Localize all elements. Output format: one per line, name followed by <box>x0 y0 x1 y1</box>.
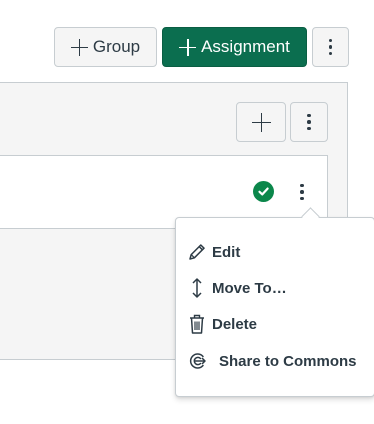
plus-icon <box>179 38 197 56</box>
menu-item-share-to-commons[interactable]: Share to Commons <box>186 347 357 375</box>
assignments-page: Group Assignment Edit Move To… Delete Sh… <box>0 0 374 424</box>
toolbar-more-options-button[interactable] <box>312 27 349 67</box>
row-more-options-button[interactable] <box>292 180 312 204</box>
kebab-icon <box>307 113 311 131</box>
plus-icon <box>70 38 88 56</box>
move-arrows-icon <box>186 277 208 299</box>
add-group-label: Group <box>92 37 141 56</box>
add-assignment-label: Assignment <box>201 37 290 56</box>
menu-item-move-to[interactable]: Move To… <box>186 274 287 302</box>
menu-item-edit[interactable]: Edit <box>186 238 240 266</box>
plus-icon <box>251 112 271 132</box>
menu-item-label: Delete <box>212 315 258 333</box>
add-group-button[interactable]: Group <box>54 27 157 67</box>
pencil-icon <box>186 241 208 263</box>
kebab-icon <box>328 38 333 56</box>
trash-icon <box>186 313 208 335</box>
add-assignment-button[interactable]: Assignment <box>162 27 307 67</box>
check-circle-icon[interactable] <box>253 181 274 202</box>
menu-item-label: Edit <box>212 243 241 261</box>
menu-item-label: Move To… <box>212 279 287 297</box>
menu-item-label: Share to Commons <box>219 352 357 370</box>
group-more-options-button[interactable] <box>290 102 328 142</box>
menu-item-delete[interactable]: Delete <box>186 310 257 338</box>
commons-share-icon <box>186 350 208 372</box>
group-add-assignment-button[interactable] <box>236 102 286 142</box>
